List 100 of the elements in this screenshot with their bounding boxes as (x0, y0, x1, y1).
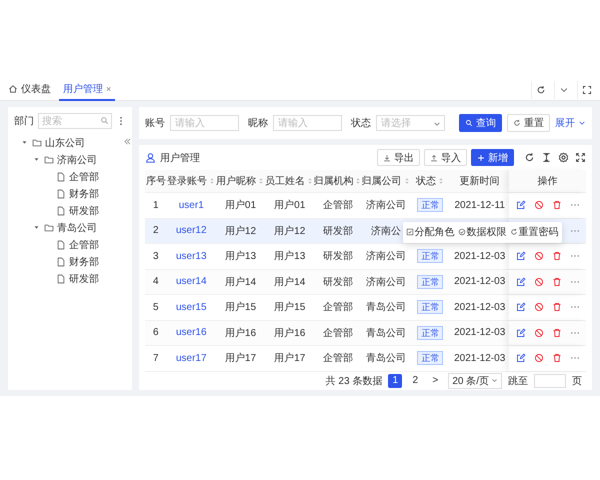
account-link[interactable]: user12 (176, 225, 207, 236)
account-link[interactable]: user13 (176, 250, 207, 262)
table-cell: 2 (153, 225, 159, 236)
column-header: 员工姓名 (265, 170, 314, 192)
tree-item[interactable]: 研发部 (14, 202, 126, 219)
table-cell-text: 济南公司 (366, 250, 406, 264)
tree-item[interactable]: 财务部 (14, 185, 126, 202)
search-field[interactable]: 搜索 (38, 113, 112, 129)
tab[interactable]: 仪表盘 (4, 80, 55, 100)
table-cell: 4 (153, 276, 159, 288)
table-cell-text: 济南公司 (366, 276, 406, 289)
table-cell: 2021-12-03 (454, 352, 506, 364)
menu-item[interactable]: 数据权限 (458, 225, 507, 239)
menu-item[interactable]: 分配角色 (406, 225, 455, 239)
tab[interactable]: 用户管理 × (59, 80, 116, 100)
table-row[interactable]: 7 user17 用户17 用户17 企管部 青岛公司 正常 2021-12-03 (145, 346, 586, 372)
table-cell-text: 用户12 (274, 224, 306, 238)
table-cell-text: 济南公司 (366, 198, 406, 212)
account-link[interactable]: user15 (176, 302, 207, 313)
page-button[interactable]: 1 (388, 374, 402, 388)
query-button[interactable]: 查询 (459, 114, 502, 132)
add-button[interactable]: 新增 (471, 149, 514, 166)
table-cell: 7 (153, 352, 159, 364)
account-link[interactable]: user14 (176, 276, 207, 288)
table-cell-text: 企管部 (322, 326, 353, 340)
table-cell: 2021-12-03 (454, 276, 506, 288)
table-title: 用户管理 (160, 152, 200, 164)
input-field[interactable]: 请输入 (170, 115, 239, 131)
tree-item[interactable]: 财务部 (14, 253, 126, 270)
table-cell-text: 用户17 (274, 352, 306, 366)
status-tag: 正常 (417, 300, 444, 314)
tree-item[interactable]: 济南公司 (14, 151, 126, 168)
table-row[interactable]: 4 user14 用户14 用户14 研发部 济南公司 正常 2021-12-03 (145, 270, 586, 295)
table-cell-text: 研发部 (322, 250, 353, 264)
reset-button[interactable]: 重置 (507, 114, 550, 132)
status-tag: 正常 (417, 274, 444, 289)
table-cell-text: 济南公 (371, 224, 402, 238)
table-cell-text: 青岛公司 (366, 352, 406, 366)
account-link[interactable]: user17 (176, 352, 207, 364)
table-cell-text: 用户16 (274, 326, 306, 340)
close-icon[interactable]: × (106, 84, 112, 94)
table-cell-text: 用户13 (224, 250, 256, 264)
export-button[interactable]: 导出 (377, 149, 420, 166)
table-cell-text: 用户16 (224, 326, 256, 340)
column-header: 归属机构 (314, 170, 362, 192)
status-tag: 正常 (417, 351, 444, 366)
page-unit: 页 (572, 374, 582, 388)
table-cell-text: 企管部 (322, 352, 353, 366)
status-tag: 正常 (417, 326, 444, 340)
status-tag: 正常 (417, 249, 444, 264)
table-cell-text: 研发部 (322, 224, 353, 238)
select-field[interactable]: 请选择 (376, 115, 445, 131)
tree-item[interactable]: 企管部 (14, 168, 126, 185)
table-cell: 5 (153, 302, 159, 313)
table-cell-text: 用户13 (274, 250, 306, 264)
table-cell: 2021-12-03 (454, 250, 506, 262)
jump-label: 跳至 (508, 374, 528, 388)
table-cell: 3 (153, 250, 159, 262)
table-cell-text: 用户01 (274, 198, 306, 212)
table-cell-text: 用户12 (224, 224, 256, 238)
column-header: 序号 (145, 174, 167, 189)
table-cell-text: 用户14 (274, 276, 306, 289)
table-row[interactable]: 2 user12 用户12 用户12 研发部 济南公 分配角色 数据权限 重置密码 (145, 218, 586, 244)
column-header: 操作 (509, 170, 586, 192)
table-cell: 6 (153, 327, 159, 338)
table-cell-text: 企管部 (322, 198, 353, 212)
field-label: 昵称 (248, 117, 268, 130)
tree-item[interactable]: 青岛公司 (14, 219, 126, 236)
page-button[interactable]: 2 (408, 374, 422, 388)
column-header: 状态 (410, 170, 450, 192)
table-cell-text: 用户14 (224, 276, 256, 289)
table-cell: 2021-12-11 (454, 200, 505, 211)
table-cell: 2021-12-03 (454, 327, 506, 338)
table-cell-text: 用户15 (224, 300, 256, 314)
tree-item[interactable]: 山东公司 (14, 134, 126, 151)
account-link[interactable]: user1 (178, 200, 204, 211)
menu-item[interactable]: 重置密码 (510, 225, 559, 239)
table-cell-text: 青岛公司 (366, 326, 406, 340)
table-cell-text: 青岛公司 (366, 300, 406, 314)
panel-title: 部门 (14, 114, 34, 128)
total-count: 共 23 条数据 (326, 374, 382, 388)
import-button[interactable]: 导入 (424, 149, 467, 166)
table-cell-text: 用户17 (224, 352, 256, 366)
input-field[interactable]: 请输入 (273, 115, 342, 131)
column-header: 归属公司 (362, 170, 411, 192)
column-header: 用户昵称 (216, 170, 266, 192)
next-page-button[interactable]: > (428, 374, 442, 388)
table-cell-text: 研发部 (322, 276, 353, 289)
table-cell-text: 用户15 (274, 300, 306, 314)
page-size-select[interactable]: 20 条/页 (448, 372, 502, 388)
field-label: 状态 (351, 116, 371, 130)
table-cell-text: 用户01 (224, 198, 256, 212)
table-cell: 2021-12-03 (454, 302, 506, 313)
tree-item[interactable]: 企管部 (14, 236, 126, 253)
table-cell: 1 (153, 200, 159, 211)
table-cell-text: 企管部 (322, 300, 353, 314)
tree-item[interactable]: 研发部 (14, 270, 126, 287)
account-link[interactable]: user16 (176, 327, 207, 338)
table-row[interactable]: 6 user16 用户16 用户16 企管部 青岛公司 正常 2021-12-03 (145, 320, 586, 346)
status-tag: 正常 (417, 198, 444, 212)
